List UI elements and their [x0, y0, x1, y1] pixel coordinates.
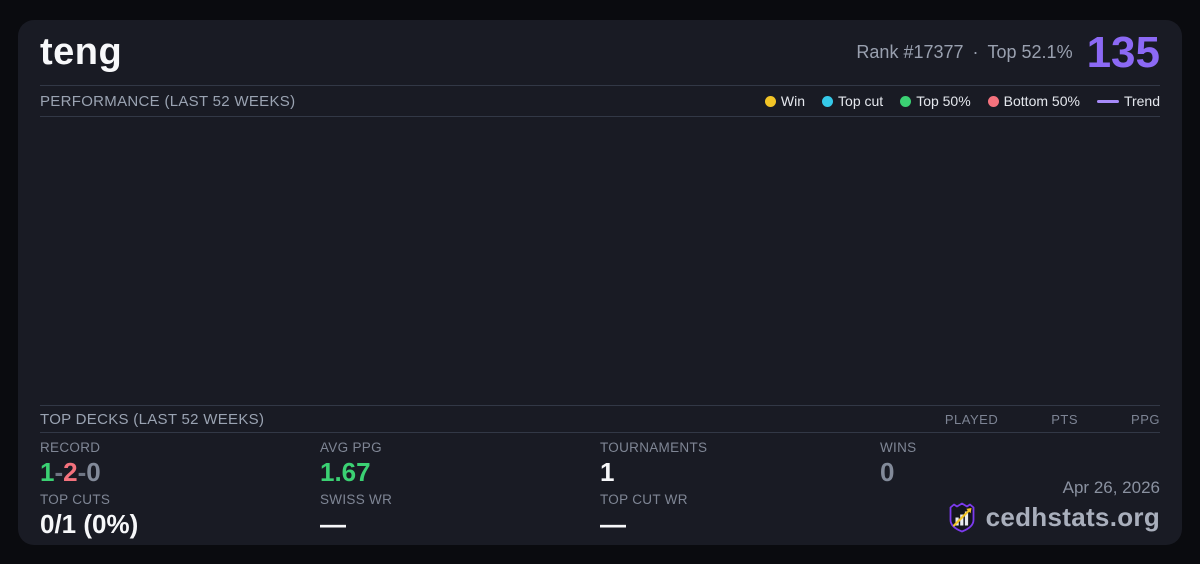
- brand: cedhstats.org: [946, 501, 1160, 533]
- stat-top-cuts: TOP CUTS 0/1 (0%): [40, 492, 320, 544]
- top-cuts-value: 0/1 (0%): [40, 508, 139, 539]
- win-dot-icon: [764, 95, 776, 107]
- column-header-ppg: PPG: [1131, 411, 1160, 427]
- record-losses: 2: [63, 457, 78, 487]
- record-separator: -: [54, 457, 64, 487]
- trend-line-icon: [1096, 99, 1119, 103]
- legend-label: Top cut: [838, 93, 884, 109]
- brand-text: cedhstats.org: [985, 501, 1160, 532]
- top-decks-section-row: TOP DECKS (LAST 52 WEEKS) PLAYED PTS PPG: [40, 406, 1160, 433]
- performance-chart-area: [40, 117, 1160, 406]
- legend-label: Win: [780, 93, 806, 109]
- top-percent-text: Top 52.1%: [987, 42, 1073, 62]
- shield-bar-chart-logo-icon: [949, 502, 975, 533]
- stat-label: TOURNAMENTS: [600, 440, 708, 455]
- tournaments-value: 1: [600, 457, 615, 487]
- legend-label: Top 50%: [916, 93, 971, 109]
- stat-label: RECORD: [40, 440, 101, 455]
- avg-ppg-value: 1.67: [320, 457, 371, 487]
- rank-separator-dot: ·: [972, 42, 979, 62]
- player-stats-card: teng Rank #17377 · Top 52.1% 135 PERFORM…: [18, 20, 1182, 545]
- stat-label: AVG PPG: [320, 440, 382, 455]
- legend-item-top-50: Top 50%: [900, 93, 971, 109]
- stat-label: WINS: [880, 440, 917, 455]
- legend-item-trend: Trend: [1096, 93, 1160, 109]
- card-header: teng Rank #17377 · Top 52.1% 135: [40, 20, 1160, 86]
- rank-line: Rank #17377 · Top 52.1%: [856, 42, 1072, 63]
- card-footer: Apr 26, 2026 cedhstats.org: [946, 478, 1160, 533]
- record-draws: 0: [86, 457, 101, 487]
- legend-label: Trend: [1123, 93, 1160, 109]
- stat-swiss-wr: SWISS WR —: [320, 492, 600, 544]
- points-value: 135: [1086, 27, 1160, 77]
- stat-label: TOP CUTS: [40, 491, 111, 507]
- top-decks-title: TOP DECKS (LAST 52 WEEKS): [40, 410, 265, 428]
- performance-section-row: PERFORMANCE (LAST 52 WEEKS) Win Top cut …: [40, 86, 1160, 117]
- performance-title: PERFORMANCE (LAST 52 WEEKS): [40, 92, 296, 110]
- rank-text: Rank #17377: [856, 42, 964, 62]
- legend-label: Bottom 50%: [1003, 93, 1080, 109]
- top-decks-columns: PLAYED PTS PPG: [945, 412, 1160, 427]
- column-header-played: PLAYED: [944, 411, 999, 427]
- top-cut-wr-value: —: [600, 508, 626, 539]
- swiss-wr-value: —: [320, 508, 346, 539]
- chart-legend: Win Top cut Top 50% Bottom 50% Trend: [764, 93, 1160, 109]
- stat-top-cut-wr: TOP CUT WR —: [600, 492, 880, 544]
- record-wins: 1: [40, 457, 55, 487]
- top-50-dot-icon: [900, 95, 912, 107]
- bottom-50-dot-icon: [987, 95, 999, 107]
- record-separator: -: [77, 457, 87, 487]
- legend-item-bottom-50: Bottom 50%: [987, 93, 1080, 109]
- record-value: 1-2-0: [40, 457, 320, 488]
- player-name: teng: [40, 31, 123, 73]
- stat-record: RECORD 1-2-0: [40, 440, 320, 492]
- stat-avg-ppg: AVG PPG 1.67: [320, 440, 600, 492]
- stat-label: SWISS WR: [320, 491, 393, 507]
- header-right: Rank #17377 · Top 52.1% 135: [856, 27, 1160, 77]
- legend-item-top-cut: Top cut: [822, 93, 883, 109]
- stat-label: TOP CUT WR: [600, 491, 688, 507]
- report-date: Apr 26, 2026: [1062, 478, 1160, 497]
- top-cut-dot-icon: [822, 95, 834, 107]
- column-header-pts: PTS: [1051, 411, 1079, 427]
- legend-item-win: Win: [764, 93, 806, 109]
- stat-tournaments: TOURNAMENTS 1: [600, 440, 880, 492]
